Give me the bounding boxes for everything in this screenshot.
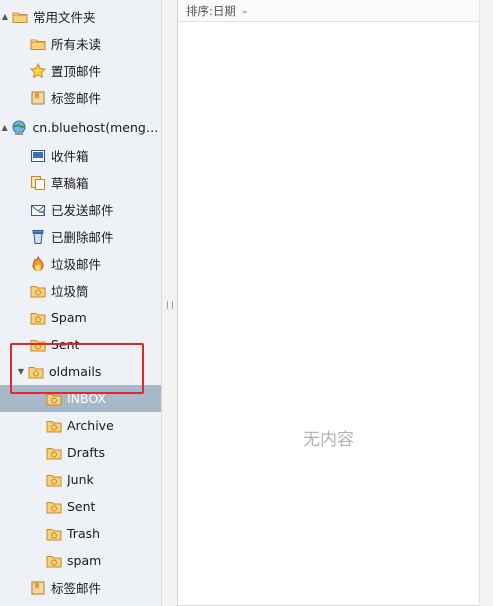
folder-icon [30,310,46,326]
collapse-arrow-icon[interactable]: ▲ [0,123,9,132]
sidebar-item-sent-imap[interactable]: Sent [0,331,161,358]
sidebar-item-oldmails[interactable]: ▼ oldmails [0,358,161,385]
sidebar-item-deleted[interactable]: 已删除邮件 [0,223,161,250]
sidebar-item-account[interactable]: ▲ cn.bluehost(mengxi... [0,114,161,141]
account-globe-icon [11,120,27,136]
sidebar-item-oldmails-sent[interactable]: Sent [0,493,161,520]
sidebar-item-oldmails-trash[interactable]: Trash [0,520,161,547]
sidebar-item-trash-bin[interactable]: 垃圾筒 [0,277,161,304]
sidebar-item-sent[interactable]: 已发送邮件 [0,196,161,223]
folder-icon [30,283,46,299]
folder-icon [46,499,62,515]
sidebar-item-label: Trash [67,526,101,541]
sidebar-item-oldmails-spam[interactable]: spam [0,547,161,574]
sidebar-item-label: Archive [67,418,114,433]
sidebar-item-label: spam [67,553,102,568]
sidebar-item-label: 已发送邮件 [51,203,114,218]
bookmark-icon [30,90,46,106]
sidebar-item-archive[interactable]: Archive [0,412,161,439]
sidebar-item-label: 标签邮件 [51,581,102,596]
sidebar-item-label: Sent [67,499,96,514]
sidebar-item-label: 草稿箱 [51,176,89,191]
sidebar-item-label: 所有未读 [51,37,102,52]
sent-mail-icon [30,202,46,218]
sidebar-item-common-folders[interactable]: ▲ 常用文件夹 [0,3,161,30]
folder-icon [46,553,62,569]
sidebar-item-account-tagged[interactable]: 标签邮件 [0,574,161,601]
folder-icon [30,36,46,52]
pane-splitter[interactable] [161,0,178,606]
sidebar-item-label: INBOX [67,391,106,406]
folder-icon [46,526,62,542]
sidebar-item-oldmails-inbox[interactable]: INBOX [0,385,161,412]
junk-fire-icon [30,254,46,272]
chevron-down-icon: ⌄ [240,5,249,16]
sidebar-item-junk[interactable]: 垃圾邮件 [0,250,161,277]
trash-icon [30,229,46,245]
folder-icon [46,472,62,488]
sidebar-item-label: 已删除邮件 [51,230,114,245]
sidebar-item-label: 常用文件夹 [33,10,96,25]
sidebar-item-oldmails-drafts[interactable]: Drafts [0,439,161,466]
folder-icon [46,418,62,434]
sidebar-item-label: 标签邮件 [51,91,102,106]
sort-dropdown[interactable]: 排序:日期 ⌄ [178,0,479,22]
splitter-grip-icon[interactable] [167,301,173,309]
sidebar-item-label: 收件箱 [51,149,89,164]
sidebar-item-label: 置顶邮件 [51,64,102,79]
folder-icon [30,337,46,353]
collapse-arrow-icon[interactable]: ▲ [0,12,10,21]
bookmark-icon [30,580,46,596]
sidebar-item-drafts[interactable]: 草稿箱 [0,169,161,196]
sidebar-item-label: 垃圾邮件 [51,257,102,272]
star-icon [29,62,47,79]
expand-arrow-icon[interactable]: ▼ [16,367,26,376]
sidebar-item-tagged[interactable]: 标签邮件 [0,84,161,111]
sidebar-item-pinned[interactable]: 置顶邮件 [0,57,161,84]
sidebar-item-inbox[interactable]: 收件箱 [0,142,161,169]
folder-icon [12,9,28,25]
folder-icon [46,445,62,461]
sidebar-item-label: Junk [67,472,94,487]
vertical-scrollbar[interactable] [479,0,493,606]
sidebar-item-label: Drafts [67,445,106,460]
sidebar-item-label: cn.bluehost(mengxi... [32,120,161,135]
sidebar-item-label: 垃圾筒 [51,284,89,299]
folder-icon [46,391,62,407]
message-list-pane: 排序:日期 ⌄ 无内容 [178,0,479,606]
empty-state-text: 无内容 [303,430,354,450]
folder-sidebar: ▲ 常用文件夹 所有未读 置顶邮件 标签邮件 ▲ cn.bluehost(men… [0,0,161,606]
sort-label: 排序:日期 [186,3,236,18]
drafts-icon [30,175,46,191]
sidebar-item-oldmails-junk[interactable]: Junk [0,466,161,493]
inbox-icon [30,148,46,164]
sidebar-item-label: Sent [51,337,80,352]
folder-icon [28,364,44,380]
sidebar-item-spam[interactable]: Spam [0,304,161,331]
sidebar-item-label: Spam [51,310,87,325]
sidebar-item-all-unread[interactable]: 所有未读 [0,30,161,57]
sidebar-item-label: oldmails [49,364,102,379]
